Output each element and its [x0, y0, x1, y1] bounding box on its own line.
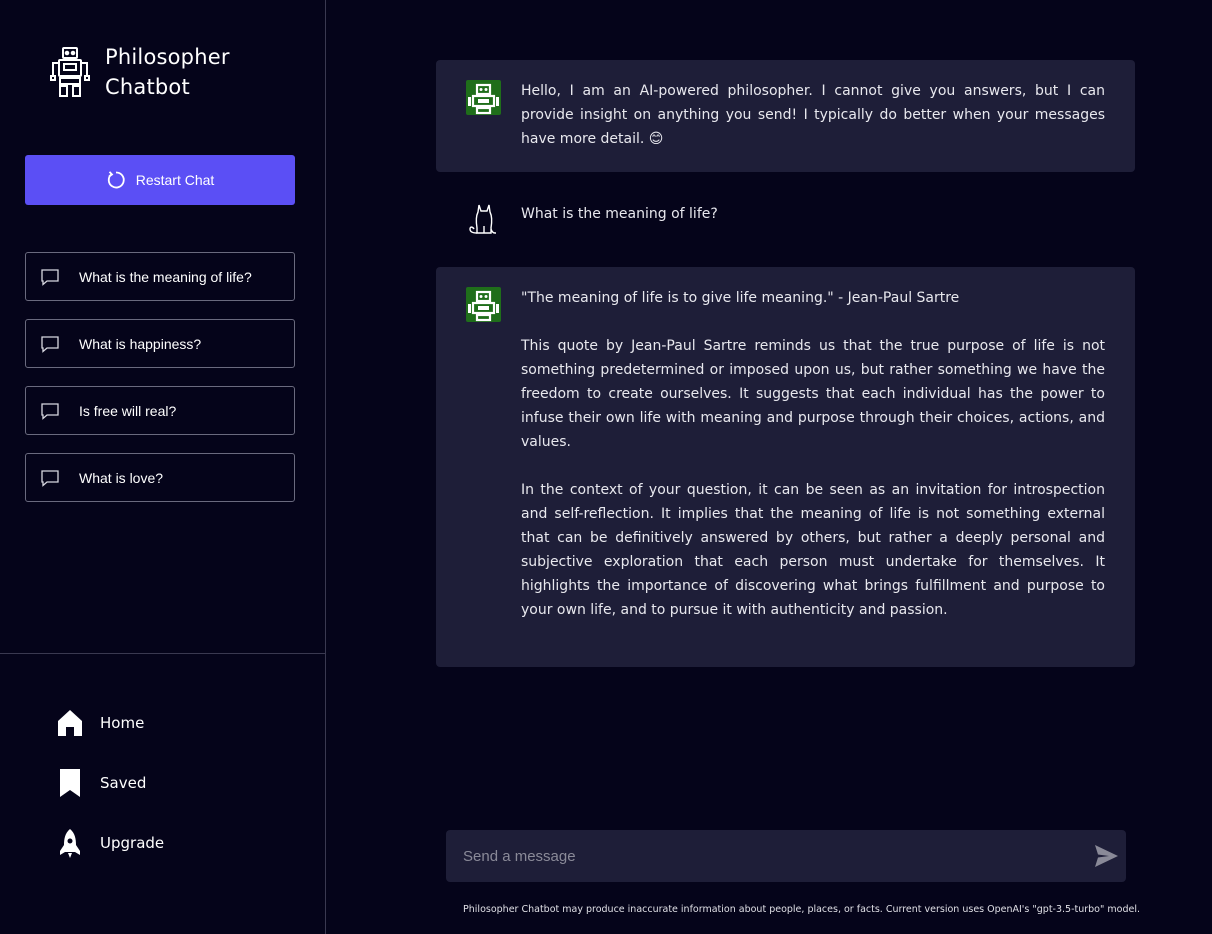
- prompt-meaning-of-life[interactable]: What is the meaning of life?: [25, 252, 295, 301]
- bot-message: Hello, I am an AI-powered philosopher. I…: [436, 60, 1135, 172]
- chat-bubble-icon: [41, 469, 59, 487]
- disclaimer: Philosopher Chatbot may produce inaccura…: [463, 904, 1140, 915]
- nav-saved-label: Saved: [100, 774, 147, 792]
- nav-home-label: Home: [100, 714, 145, 732]
- message-composer: [446, 830, 1126, 882]
- nav-saved[interactable]: Saved: [56, 768, 164, 798]
- message-paragraph: What is the meaning of life?: [521, 206, 718, 222]
- message-paragraph: "The meaning of life is to give life mea…: [521, 290, 960, 306]
- bot-message: "The meaning of life is to give life mea…: [436, 267, 1135, 667]
- sidebar-nav: Home Saved Upgrade: [56, 708, 164, 888]
- chat-bubble-icon: [41, 402, 59, 420]
- robot-avatar-icon: [466, 80, 501, 115]
- message-paragraph: Hello, I am an AI-powered philosopher. I…: [521, 83, 1105, 147]
- prompt-happiness[interactable]: What is happiness?: [25, 319, 295, 368]
- bookmark-icon: [60, 769, 80, 797]
- brand[interactable]: Philosopher Chatbot: [50, 42, 230, 102]
- robot-avatar-icon: [466, 287, 501, 322]
- suggested-prompts: What is the meaning of life? What is hap…: [25, 252, 295, 520]
- robot-icon: [50, 47, 90, 97]
- home-icon: [58, 710, 82, 736]
- prompt-label: What is happiness?: [79, 335, 202, 352]
- message-text: What is the meaning of life?: [521, 202, 1105, 226]
- message-paragraph: In the context of your question, it can …: [521, 482, 1105, 618]
- chat-area: Hello, I am an AI-powered philosopher. I…: [327, 0, 1212, 934]
- message-input[interactable]: [446, 830, 1076, 882]
- cat-avatar-icon: [469, 204, 496, 234]
- prompt-free-will[interactable]: Is free will real?: [25, 386, 295, 435]
- message-paragraph: This quote by Jean-Paul Sartre reminds u…: [521, 338, 1105, 450]
- message-text: Hello, I am an AI-powered philosopher. I…: [521, 79, 1105, 151]
- prompt-label: What is love?: [79, 469, 164, 486]
- nav-home[interactable]: Home: [56, 708, 164, 738]
- message-text: "The meaning of life is to give life mea…: [521, 286, 1105, 622]
- prompt-love[interactable]: What is love?: [25, 453, 295, 502]
- chat-bubble-icon: [41, 335, 59, 353]
- sidebar: Philosopher Chatbot Restart Chat What is…: [0, 0, 326, 934]
- user-message: What is the meaning of life?: [436, 190, 1135, 250]
- restart-chat-label: Restart Chat: [135, 172, 215, 188]
- sidebar-divider: [0, 653, 326, 654]
- app-title: Philosopher Chatbot: [105, 42, 230, 102]
- nav-upgrade-label: Upgrade: [100, 834, 165, 852]
- prompt-label: What is the meaning of life?: [79, 268, 252, 285]
- restart-chat-button[interactable]: Restart Chat: [25, 155, 295, 205]
- chat-bubble-icon: [41, 268, 59, 286]
- rocket-icon: [60, 829, 80, 858]
- prompt-label: Is free will real?: [79, 402, 177, 419]
- refresh-icon: [107, 171, 125, 189]
- app-title-line2: Chatbot: [105, 75, 190, 99]
- app-title-line1: Philosopher: [105, 45, 230, 69]
- send-icon[interactable]: [1092, 842, 1120, 870]
- nav-upgrade[interactable]: Upgrade: [56, 828, 164, 858]
